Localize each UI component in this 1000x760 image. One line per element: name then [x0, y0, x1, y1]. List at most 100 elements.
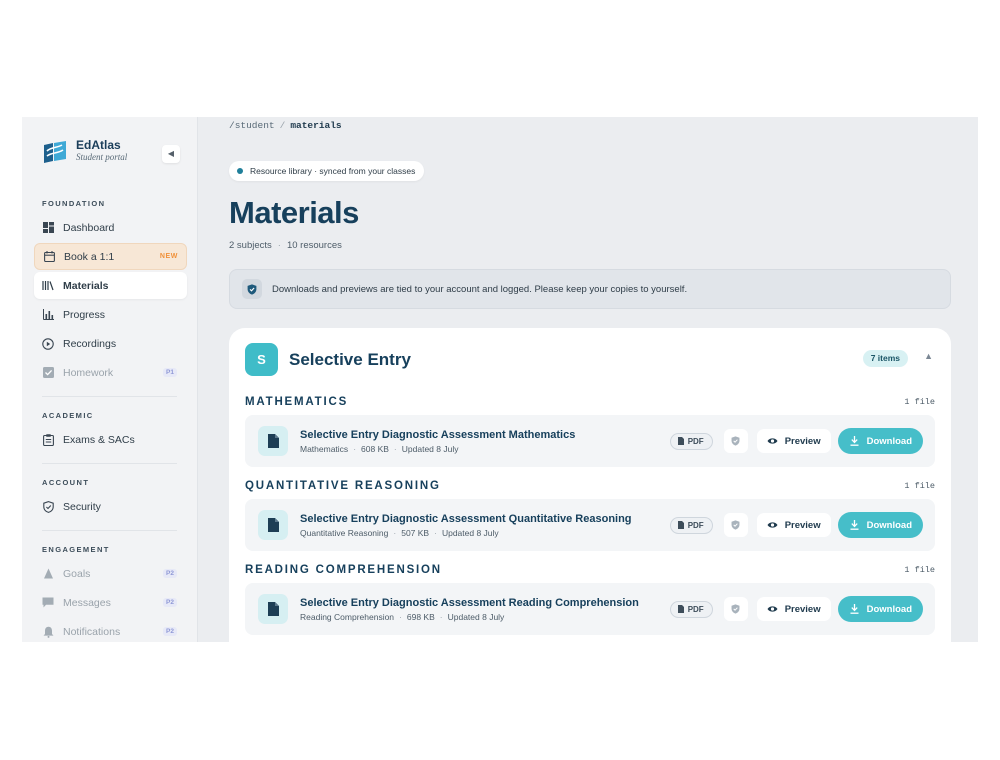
- section-label-academic: ACADEMIC: [42, 411, 94, 420]
- subject-name: MATHEMATICS: [245, 396, 349, 408]
- protected-shield-icon: [723, 597, 748, 621]
- download-button[interactable]: Download: [837, 596, 923, 622]
- file-subject: Quantitative Reasoning: [300, 528, 389, 538]
- eye-icon: [767, 437, 778, 445]
- logging-notice: Downloads and previews are tied to your …: [229, 269, 951, 309]
- sidebar-item-label: Security: [63, 500, 101, 513]
- file-size: 507 KB: [401, 528, 430, 538]
- pdf-label: PDF: [687, 436, 704, 446]
- sidebar-item-label: Homework: [63, 366, 114, 379]
- file-mini-icon: [677, 521, 684, 529]
- collapse-sidebar-button[interactable]: ◀: [162, 145, 180, 163]
- file-meta: Quantitative Reasoning · 507 KB · Updated 8 …: [300, 528, 499, 538]
- section-label-account: ACCOUNT: [42, 478, 90, 487]
- subject-name: READING COMPREHENSION: [245, 564, 442, 576]
- divider: [42, 396, 177, 397]
- calendar-icon: [43, 251, 55, 263]
- sidebar: EdAtlas Student portal ◀ FOUNDATION Dash…: [22, 117, 198, 642]
- pdf-tag: PDF: [669, 600, 713, 618]
- sidebar-item-homework[interactable]: Homework P1: [34, 359, 187, 386]
- pdf-tag: PDF: [669, 516, 713, 534]
- divider: [42, 463, 177, 464]
- preview-button[interactable]: Preview: [756, 429, 831, 453]
- sidebar-item-label: Materials: [63, 279, 109, 292]
- download-icon: [850, 436, 859, 446]
- file-name[interactable]: Selective Entry Diagnostic Assessment Qu…: [300, 512, 670, 526]
- checkbox-icon: [42, 367, 54, 379]
- file-name[interactable]: Selective Entry Diagnostic Assessment Ma…: [300, 428, 670, 442]
- file-name[interactable]: Selective Entry Diagnostic Assessment Re…: [300, 596, 670, 610]
- file-meta: Reading Comprehension · 698 KB · Updated 8 J…: [300, 612, 505, 622]
- sidebar-item-messages[interactable]: Messages P2: [34, 589, 187, 616]
- notice-text: Downloads and previews are tied to your …: [272, 283, 688, 295]
- pdf-tag: PDF: [669, 432, 713, 450]
- file-size: 608 KB: [361, 444, 389, 454]
- file-row: Selective Entry Diagnostic Assessment Ma…: [245, 415, 935, 467]
- sidebar-item-exams-sacs[interactable]: Exams & SACs: [34, 426, 187, 453]
- brand-name: EdAtlas: [76, 138, 121, 152]
- file-subject: Reading Comprehension: [300, 612, 395, 622]
- items-count-badge: 7 items: [862, 350, 908, 367]
- page-title: Materials: [229, 195, 359, 230]
- sidebar-item-label: Progress: [63, 308, 106, 321]
- sidebar-item-label: Dashboard: [63, 221, 115, 234]
- preview-button[interactable]: Preview: [756, 597, 831, 621]
- sidebar-item-notifications[interactable]: Notifications P2: [34, 618, 187, 642]
- sidebar-item-book-a-1-1[interactable]: Book a 1:1 NEW: [34, 243, 187, 270]
- file-subject: Mathematics: [300, 444, 349, 454]
- chevron-up-icon[interactable]: ▲: [924, 351, 933, 361]
- file-mini-icon: [677, 605, 684, 613]
- page-meta: 2 subjects · 10 resources: [229, 240, 342, 251]
- pdf-label: PDF: [687, 604, 704, 614]
- shield-icon: [42, 500, 54, 513]
- brand: EdAtlas Student portal ◀: [22, 139, 197, 169]
- bell-icon: [42, 626, 54, 638]
- subject-file-count: 1 file: [904, 481, 935, 491]
- file-updated: Updated 8 July: [441, 528, 499, 538]
- subject-section-header: READING COMPREHENSION 1 file: [245, 562, 935, 578]
- file-row: Selective Entry Diagnostic Assessment Re…: [245, 583, 935, 635]
- download-button[interactable]: Download: [837, 428, 923, 454]
- sidebar-item-label: Exams & SACs: [63, 433, 135, 446]
- sync-status-pill: Resource library · synced from your clas…: [229, 161, 425, 181]
- download-icon: [850, 520, 859, 530]
- brand-subtitle: Student portal: [76, 152, 128, 162]
- preview-label: Preview: [784, 603, 821, 615]
- file-updated: Updated 8 July: [447, 612, 505, 622]
- edatlas-logo-icon: [44, 141, 66, 163]
- breadcrumb-root[interactable]: /student: [229, 120, 275, 131]
- sidebar-item-materials[interactable]: Materials: [34, 272, 187, 299]
- sidebar-item-security[interactable]: Security: [34, 493, 187, 520]
- breadcrumb-separator: /: [279, 120, 286, 131]
- sidebar-item-recordings[interactable]: Recordings: [34, 330, 187, 357]
- phase-badge: P2: [163, 598, 177, 607]
- library-icon: [42, 280, 54, 292]
- breadcrumb: /student / materials: [229, 120, 342, 131]
- grid-icon: [42, 222, 54, 234]
- subject-group-header[interactable]: S Selective Entry: [245, 343, 411, 376]
- breadcrumb-current: materials: [290, 120, 342, 131]
- file-icon: [258, 594, 288, 624]
- file-updated: Updated 8 July: [401, 444, 459, 454]
- preview-button[interactable]: Preview: [756, 513, 831, 537]
- sidebar-item-label: Goals: [63, 567, 91, 580]
- play-circle-icon: [42, 337, 54, 350]
- download-button[interactable]: Download: [837, 512, 923, 538]
- subject-file-count: 1 file: [904, 565, 935, 575]
- eye-icon: [767, 605, 778, 613]
- phase-badge: P2: [163, 627, 177, 636]
- sidebar-item-label: Book a 1:1: [64, 250, 115, 263]
- sidebar-item-goals[interactable]: Goals P2: [34, 560, 187, 587]
- subjects-count: 2 subjects: [229, 240, 272, 251]
- download-label: Download: [866, 603, 912, 615]
- download-label: Download: [866, 519, 912, 531]
- sidebar-item-dashboard[interactable]: Dashboard: [34, 214, 187, 241]
- file-meta: Mathematics · 608 KB · Updated 8 July: [300, 444, 459, 454]
- subject-group-title: Selective Entry: [289, 349, 411, 369]
- resources-count: 10 resources: [286, 240, 342, 251]
- pdf-label: PDF: [687, 520, 704, 530]
- subject-name: QUANTITATIVE REASONING: [245, 480, 441, 492]
- sidebar-item-progress[interactable]: Progress: [34, 301, 187, 328]
- preview-label: Preview: [784, 435, 821, 447]
- download-label: Download: [866, 435, 912, 447]
